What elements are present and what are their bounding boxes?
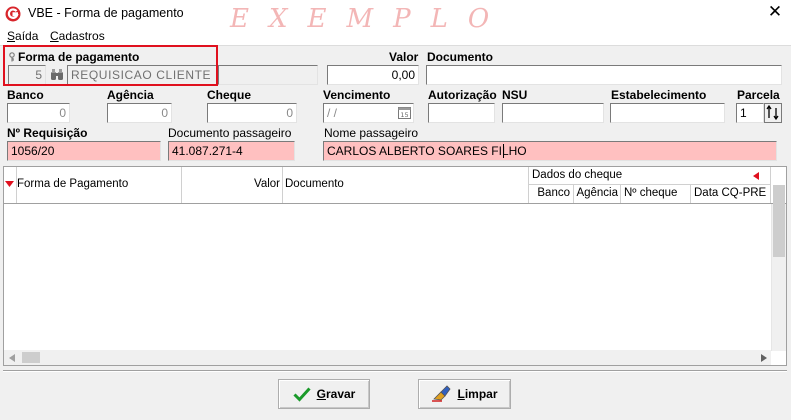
text-cursor	[503, 144, 504, 158]
documento-passageiro-label: Documento passageiro	[168, 126, 292, 140]
limpar-rest: impar	[464, 387, 498, 401]
parcela-label: Parcela	[737, 88, 780, 102]
col-forma-pagamento[interactable]: Forma de Pagamento	[16, 167, 182, 203]
valor-input[interactable]: 0,00	[327, 65, 419, 85]
window-title: VBE - Forma de pagamento	[28, 6, 184, 20]
gravar-button[interactable]: Gravar	[278, 379, 370, 409]
col-banco[interactable]: Banco	[529, 185, 574, 203]
bottom-separator-highlight	[3, 371, 787, 372]
menu-cadastros-label: adastros	[58, 29, 105, 43]
col-agencia[interactable]: Agência	[574, 185, 621, 203]
limpar-accel: L	[457, 387, 465, 401]
col-documento[interactable]: Documento	[283, 167, 529, 203]
nsu-input[interactable]	[502, 103, 604, 123]
agencia-label: Agência	[107, 88, 154, 102]
documento-input[interactable]	[426, 65, 782, 85]
cheque-label: Cheque	[207, 88, 252, 102]
estabelecimento-input[interactable]	[610, 103, 725, 123]
menu-cadastros-accel: C	[50, 29, 59, 43]
horizontal-scroll-thumb[interactable]	[22, 352, 40, 363]
nsu-label: NSU	[502, 88, 528, 102]
calendar-icon[interactable]: 15	[398, 106, 411, 119]
menu-saida-label: aída	[15, 29, 39, 43]
cheque-input[interactable]: 0	[207, 103, 297, 123]
menu-saida-accel: S	[7, 29, 16, 43]
banco-input[interactable]: 0	[7, 103, 70, 123]
col-valor[interactable]: Valor	[182, 167, 283, 203]
col-group-dados-cheque: Dados do cheque	[529, 167, 771, 185]
vencimento-label: Vencimento	[323, 88, 391, 102]
gravar-accel: G	[316, 387, 326, 401]
requisicao-input[interactable]: 1056/20	[7, 141, 161, 161]
horizontal-scrollbar[interactable]	[4, 350, 771, 365]
gravar-label: Gravar	[317, 387, 356, 401]
agencia-input[interactable]: 0	[107, 103, 172, 123]
requisicao-label: Nº Requisição	[7, 126, 88, 140]
autorizacao-input[interactable]	[428, 103, 495, 123]
menu-saida[interactable]: Saída	[7, 29, 38, 43]
documento-label: Documento	[427, 50, 493, 64]
forma-extra-field	[218, 65, 318, 85]
gravar-rest: ravar	[325, 387, 356, 401]
scroll-left-icon[interactable]	[9, 354, 15, 362]
nome-passageiro-label: Nome passageiro	[324, 126, 419, 140]
estabelecimento-label: Estabelecimento	[611, 88, 707, 102]
highlight-box	[3, 45, 218, 86]
banco-label: Banco	[7, 88, 44, 102]
valor-label: Valor	[389, 50, 419, 64]
payments-grid[interactable]: Forma de Pagamento Valor Documento Dados…	[3, 166, 787, 366]
limpar-label: Limpar	[457, 387, 497, 401]
vertical-scroll-thumb[interactable]	[773, 185, 785, 257]
collapse-left-icon[interactable]	[753, 172, 759, 180]
limpar-button[interactable]: Limpar	[418, 379, 511, 409]
sort-down-icon[interactable]	[5, 181, 14, 187]
menu-cadastros[interactable]: Cadastros	[50, 29, 105, 43]
col-numero-cheque[interactable]: Nº cheque	[621, 185, 691, 203]
nome-passageiro-input[interactable]: CARLOS ALBERTO SOARES FILHO	[323, 141, 777, 161]
autorizacao-label: Autorização	[428, 88, 497, 102]
documento-passageiro-input[interactable]: 41.087.271-4	[168, 141, 295, 161]
close-icon[interactable]: ✕	[766, 4, 784, 22]
scroll-right-icon[interactable]	[761, 354, 767, 362]
eraser-icon	[432, 385, 452, 402]
col-data-cq-pre[interactable]: Data CQ-PRE	[691, 185, 771, 203]
parcela-input[interactable]: 1	[736, 103, 764, 123]
menu-bar	[0, 28, 791, 46]
spinner-updown-icon[interactable]	[764, 103, 782, 123]
svg-text:15: 15	[400, 111, 408, 119]
checkmark-icon	[293, 387, 311, 402]
app-logo-icon	[5, 6, 21, 22]
